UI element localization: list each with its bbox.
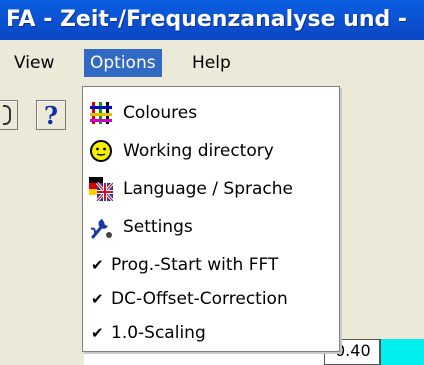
wrench-settings-icon bbox=[90, 219, 112, 239]
menu-item-prog-start-fft[interactable]: ✔ Prog.-Start with FFT bbox=[83, 247, 339, 283]
menu-item-label: DC-Offset-Correction bbox=[111, 289, 288, 309]
checkmark-icon: ✔ bbox=[91, 256, 104, 274]
flags-icon bbox=[89, 177, 113, 201]
options-dropdown-menu: Coloures Working directory Language / Sp… bbox=[82, 86, 340, 352]
menu-view[interactable]: View bbox=[8, 50, 60, 76]
menu-item-label: Settings bbox=[123, 217, 193, 237]
menu-item-label: 1.0-Scaling bbox=[111, 323, 206, 343]
checkmark-icon: ✔ bbox=[91, 290, 104, 308]
menu-item-label: Prog.-Start with FFT bbox=[111, 255, 279, 275]
menu-help[interactable]: Help bbox=[186, 50, 237, 76]
smiley-face-icon bbox=[90, 140, 112, 162]
menu-item-dc-offset-correction[interactable]: ✔ DC-Offset-Correction bbox=[83, 281, 339, 317]
menu-item-label: Language / Sprache bbox=[123, 179, 293, 199]
menu-item-label: Coloures bbox=[123, 103, 198, 123]
title-bar: FA - Zeit-/Frequenzanalyse und - bbox=[0, 0, 424, 40]
help-button[interactable]: ? bbox=[36, 100, 66, 130]
toolbar: ? bbox=[0, 86, 84, 365]
main-panel bbox=[340, 86, 424, 365]
color-indicator bbox=[380, 339, 424, 365]
menu-item-coloures[interactable]: Coloures bbox=[83, 95, 339, 131]
checkmark-icon: ✔ bbox=[91, 324, 104, 342]
help-icon: ? bbox=[44, 101, 59, 130]
window-title: FA - Zeit-/Frequenzanalyse und - bbox=[6, 7, 408, 32]
menu-item-label: Working directory bbox=[123, 141, 274, 161]
menu-options[interactable]: Options bbox=[84, 49, 162, 77]
menu-item-working-directory[interactable]: Working directory bbox=[83, 133, 339, 169]
toolbar-button-partial[interactable] bbox=[0, 100, 18, 130]
menu-item-language[interactable]: Language / Sprache bbox=[83, 171, 339, 207]
menu-bar: View Options Help bbox=[0, 40, 424, 87]
colours-grid-icon bbox=[89, 101, 113, 125]
menu-item-settings[interactable]: Settings bbox=[83, 209, 339, 245]
menu-item-scaling[interactable]: ✔ 1.0-Scaling bbox=[83, 315, 339, 351]
partial-icon bbox=[3, 105, 11, 125]
